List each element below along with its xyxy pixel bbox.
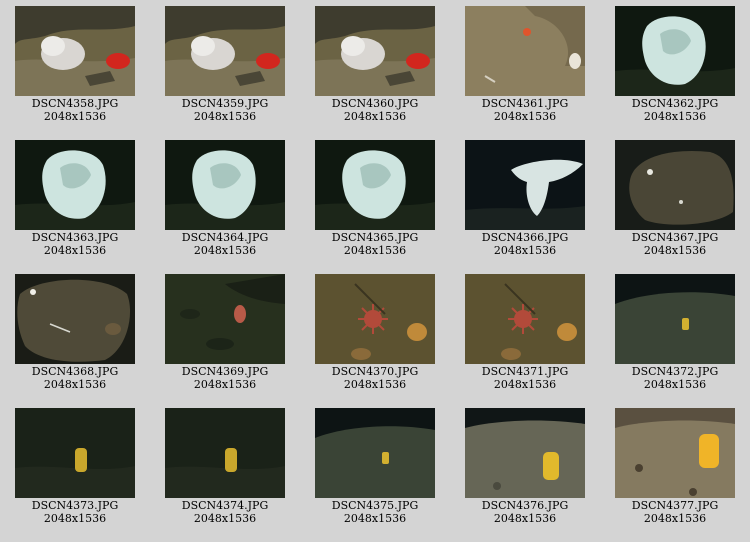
- thumbnail-dimensions: 2048x1536: [343, 244, 407, 257]
- thumbnail-dimensions: 2048x1536: [193, 244, 257, 257]
- thumbnail-filename: DSCN4365.JPG: [331, 231, 419, 244]
- thumbnail-image[interactable]: [165, 408, 285, 498]
- thumbnail-image[interactable]: [15, 274, 135, 364]
- thumbnail-item[interactable]: DSCN4373.JPG 2048x1536: [15, 408, 135, 532]
- thumbnail-item[interactable]: DSCN4377.JPG 2048x1536: [615, 408, 735, 532]
- thumbnail-image[interactable]: [15, 140, 135, 230]
- thumbnail-image[interactable]: [465, 6, 585, 96]
- thumbnail-dimensions: 2048x1536: [493, 512, 557, 525]
- thumbnail-filename: DSCN4374.JPG: [181, 499, 269, 512]
- thumbnail-dimensions: 2048x1536: [43, 244, 107, 257]
- thumbnail-dimensions: 2048x1536: [643, 244, 707, 257]
- thumbnail-image[interactable]: [315, 6, 435, 96]
- thumbnail-filename: DSCN4360.JPG: [331, 97, 419, 110]
- thumbnail-filename: DSCN4367.JPG: [631, 231, 719, 244]
- thumbnail-item[interactable]: DSCN4359.JPG 2048x1536: [165, 6, 285, 130]
- thumbnail-image[interactable]: [315, 140, 435, 230]
- thumbnail-item[interactable]: DSCN4371.JPG 2048x1536: [465, 274, 585, 398]
- thumbnail-dimensions: 2048x1536: [343, 110, 407, 123]
- thumbnail-item[interactable]: DSCN4367.JPG 2048x1536: [615, 140, 735, 264]
- thumbnail-image[interactable]: [165, 274, 285, 364]
- thumbnail-filename: DSCN4366.JPG: [481, 231, 569, 244]
- thumbnail-dimensions: 2048x1536: [643, 512, 707, 525]
- thumbnail-dimensions: 2048x1536: [643, 110, 707, 123]
- thumbnail-dimensions: 2048x1536: [193, 512, 257, 525]
- thumbnail-dimensions: 2048x1536: [643, 378, 707, 391]
- thumbnail-item[interactable]: DSCN4368.JPG 2048x1536: [15, 274, 135, 398]
- thumbnail-item[interactable]: DSCN4362.JPG 2048x1536: [615, 6, 735, 130]
- thumbnail-item[interactable]: DSCN4364.JPG 2048x1536: [165, 140, 285, 264]
- thumbnail-filename: DSCN4364.JPG: [181, 231, 269, 244]
- thumbnail-item[interactable]: DSCN4372.JPG 2048x1536: [615, 274, 735, 398]
- thumbnail-image[interactable]: [615, 408, 735, 498]
- thumbnail-filename: DSCN4373.JPG: [31, 499, 119, 512]
- thumbnail-dimensions: 2048x1536: [193, 110, 257, 123]
- thumbnail-item[interactable]: DSCN4361.JPG 2048x1536: [465, 6, 585, 130]
- thumbnail-filename: DSCN4361.JPG: [481, 97, 569, 110]
- thumbnail-dimensions: 2048x1536: [343, 378, 407, 391]
- thumbnail-image[interactable]: [165, 6, 285, 96]
- thumbnail-filename: DSCN4370.JPG: [331, 365, 419, 378]
- thumbnail-dimensions: 2048x1536: [493, 110, 557, 123]
- thumbnail-item[interactable]: DSCN4370.JPG 2048x1536: [315, 274, 435, 398]
- thumbnail-item[interactable]: DSCN4358.JPG 2048x1536: [15, 6, 135, 130]
- thumbnail-filename: DSCN4372.JPG: [631, 365, 719, 378]
- thumbnail-grid: DSCN4358.JPG 2048x1536 DSCN4359.JPG 2048x15…: [0, 0, 750, 542]
- thumbnail-image[interactable]: [615, 274, 735, 364]
- thumbnail-item[interactable]: DSCN4363.JPG 2048x1536: [15, 140, 135, 264]
- thumbnail-image[interactable]: [315, 274, 435, 364]
- thumbnail-image[interactable]: [615, 6, 735, 96]
- thumbnail-filename: DSCN4369.JPG: [181, 365, 269, 378]
- thumbnail-item[interactable]: DSCN4375.JPG 2048x1536: [315, 408, 435, 532]
- thumbnail-item[interactable]: DSCN4366.JPG 2048x1536: [465, 140, 585, 264]
- thumbnail-filename: DSCN4359.JPG: [181, 97, 269, 110]
- thumbnail-image[interactable]: [15, 6, 135, 96]
- thumbnail-dimensions: 2048x1536: [493, 244, 557, 257]
- thumbnail-filename: DSCN4376.JPG: [481, 499, 569, 512]
- thumbnail-item[interactable]: DSCN4365.JPG 2048x1536: [315, 140, 435, 264]
- thumbnail-filename: DSCN4358.JPG: [31, 97, 119, 110]
- thumbnail-item[interactable]: DSCN4376.JPG 2048x1536: [465, 408, 585, 532]
- thumbnail-filename: DSCN4371.JPG: [481, 365, 569, 378]
- thumbnail-dimensions: 2048x1536: [43, 110, 107, 123]
- thumbnail-item[interactable]: DSCN4369.JPG 2048x1536: [165, 274, 285, 398]
- thumbnail-filename: DSCN4363.JPG: [31, 231, 119, 244]
- thumbnail-image[interactable]: [165, 140, 285, 230]
- thumbnail-image[interactable]: [15, 408, 135, 498]
- thumbnail-dimensions: 2048x1536: [43, 378, 107, 391]
- thumbnail-dimensions: 2048x1536: [193, 378, 257, 391]
- thumbnail-image[interactable]: [315, 408, 435, 498]
- thumbnail-item[interactable]: DSCN4374.JPG 2048x1536: [165, 408, 285, 532]
- thumbnail-image[interactable]: [465, 140, 585, 230]
- thumbnail-dimensions: 2048x1536: [493, 378, 557, 391]
- thumbnail-image[interactable]: [465, 274, 585, 364]
- thumbnail-filename: DSCN4362.JPG: [631, 97, 719, 110]
- thumbnail-image[interactable]: [615, 140, 735, 230]
- thumbnail-item[interactable]: DSCN4360.JPG 2048x1536: [315, 6, 435, 130]
- thumbnail-filename: DSCN4377.JPG: [631, 499, 719, 512]
- thumbnail-filename: DSCN4368.JPG: [31, 365, 119, 378]
- thumbnail-filename: DSCN4375.JPG: [331, 499, 419, 512]
- thumbnail-dimensions: 2048x1536: [343, 512, 407, 525]
- thumbnail-dimensions: 2048x1536: [43, 512, 107, 525]
- thumbnail-image[interactable]: [465, 408, 585, 498]
